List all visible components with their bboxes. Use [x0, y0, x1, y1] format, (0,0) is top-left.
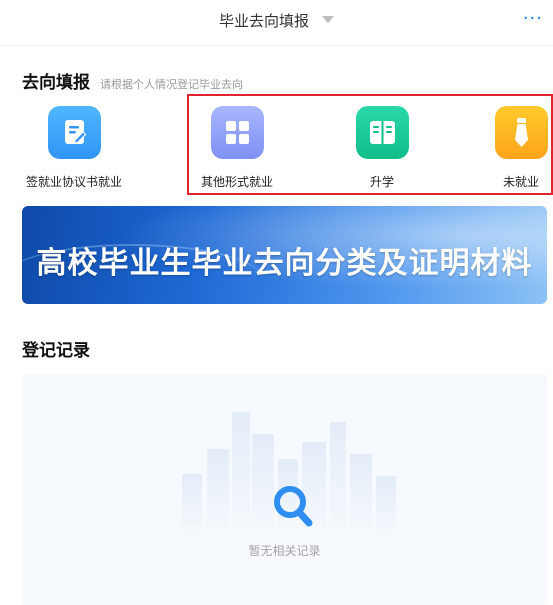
- page-title: 毕业去向填报: [218, 12, 309, 30]
- chevron-down-icon: [322, 16, 335, 23]
- section-hint: 请根据个人情况登记毕业去向: [100, 78, 243, 91]
- divider: [0, 45, 553, 46]
- contract-edit-icon: [47, 106, 101, 159]
- category-label: 签就业协议书就业: [25, 175, 122, 189]
- empty-state: 暂无相关记录: [22, 374, 547, 605]
- section-title: 去向填报: [22, 73, 90, 93]
- banner-text: 高校毕业生毕业去向分类及证明材料: [36, 246, 533, 281]
- category-contract-employment[interactable]: 签就业协议书就业: [14, 106, 134, 190]
- top-bar: 毕业去向填报 ···: [0, 0, 553, 46]
- title-dropdown[interactable]: 毕业去向填报: [0, 10, 553, 31]
- empty-text: 暂无相关记录: [248, 544, 321, 558]
- empty-illustration-icon: [182, 412, 396, 534]
- records-title: 登记记录: [22, 341, 90, 361]
- highlight-box: [187, 94, 553, 195]
- more-menu-button[interactable]: ···: [523, 8, 543, 29]
- section-header: 去向填报 请根据个人情况登记毕业去向: [22, 68, 243, 93]
- info-banner[interactable]: 高校毕业生毕业去向分类及证明材料: [22, 206, 547, 304]
